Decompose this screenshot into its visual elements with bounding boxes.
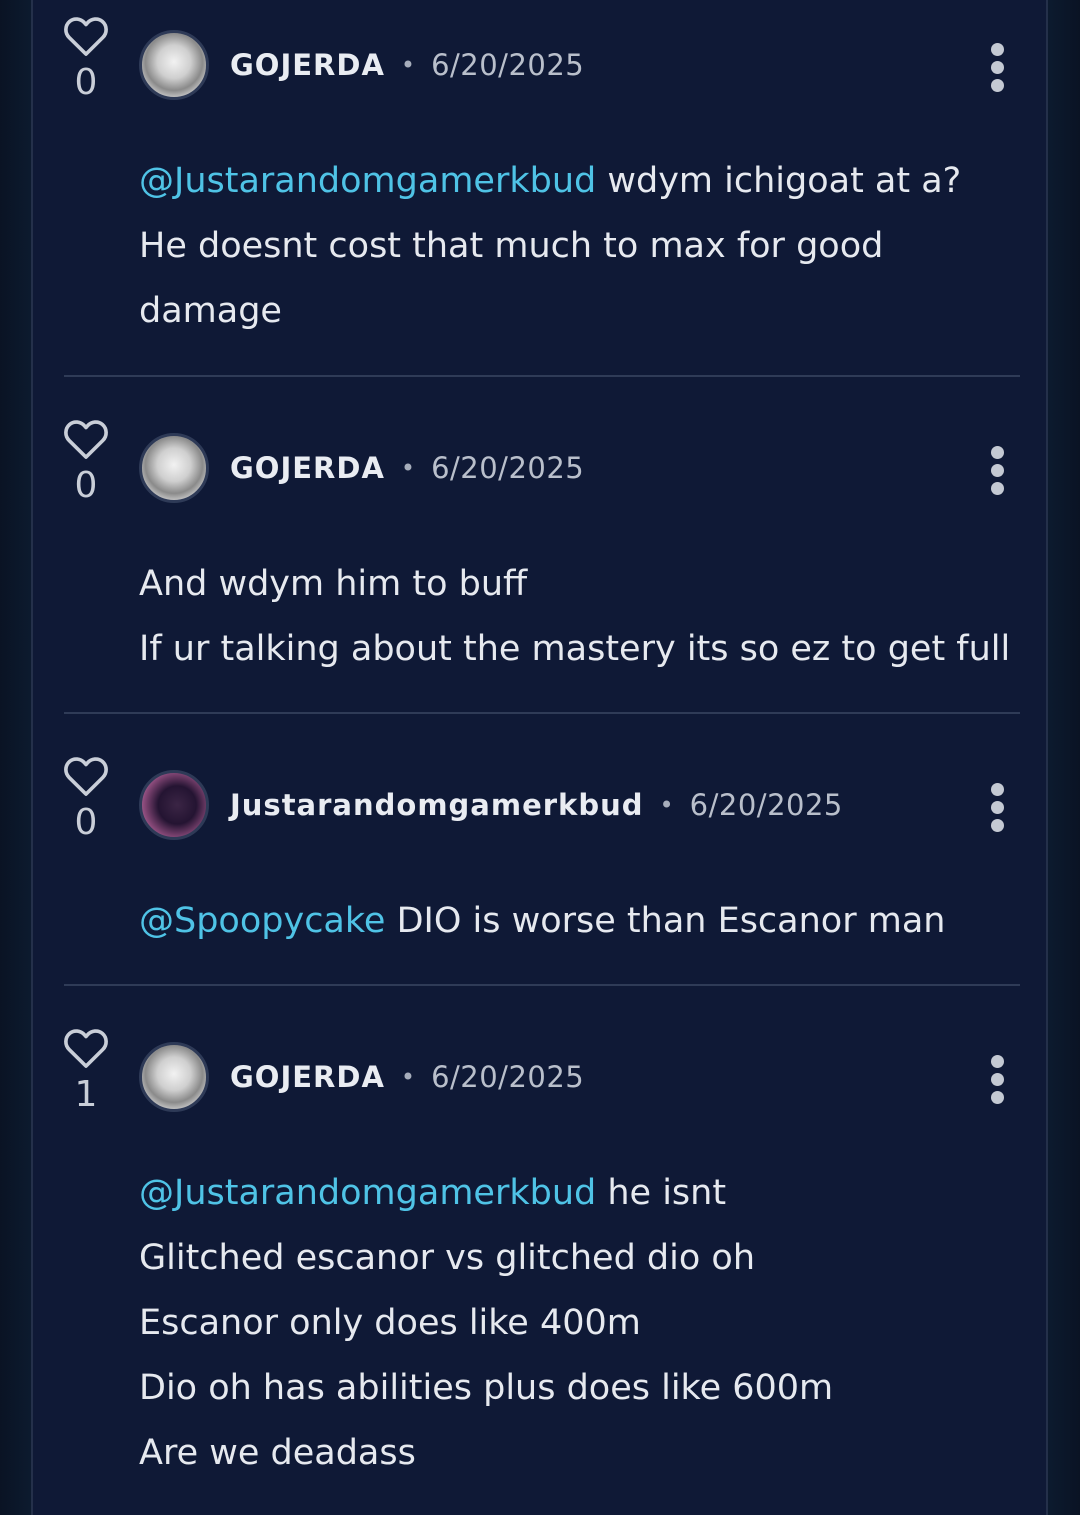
comment-meta: GOJERDA • 6/20/2025 <box>230 45 584 85</box>
more-options-button[interactable] <box>983 783 1011 833</box>
comment-line: If ur talking about the mastery its so e… <box>139 629 1011 669</box>
username[interactable]: GOJERDA <box>230 48 385 82</box>
like-button[interactable]: 0 <box>62 15 110 103</box>
comment-line: Are we deadass <box>139 1433 416 1473</box>
avatar[interactable] <box>139 770 209 840</box>
comment-line: Dio oh has abilities plus does like 600m <box>139 1368 834 1408</box>
heart-outline-icon <box>64 757 108 796</box>
comment-divider <box>64 712 1020 714</box>
comment-body: @Justarandomgamerkbud wdym ichigoat at a… <box>139 149 1029 344</box>
comment-line: @Justarandomgamerkbud he isnt <box>139 1161 1029 1226</box>
comment-date: 6/20/2025 <box>431 48 585 82</box>
avatar[interactable] <box>139 433 209 503</box>
more-vertical-icon <box>983 43 1011 92</box>
heart-outline-icon <box>64 1029 108 1068</box>
user-mention[interactable]: @Justarandomgamerkbud <box>139 161 596 201</box>
separator-dot: • <box>400 51 416 79</box>
heart-outline-icon <box>64 420 108 459</box>
comment-meta: GOJERDA • 6/20/2025 <box>230 448 584 488</box>
user-mention[interactable]: @Justarandomgamerkbud <box>139 1173 596 1213</box>
comment-date: 6/20/2025 <box>431 451 585 485</box>
comment-divider <box>64 984 1020 986</box>
comment-text: wdym ichigoat at a? <box>596 161 962 201</box>
comment-text: he isnt <box>596 1173 727 1213</box>
separator-dot: • <box>659 791 674 819</box>
like-count: 0 <box>74 802 98 843</box>
comment-line: @Justarandomgamerkbud wdym ichigoat at a… <box>139 149 1029 214</box>
comment-line: Glitched escanor vs glitched dio oh <box>139 1238 756 1278</box>
like-count: 0 <box>74 465 98 506</box>
comment-meta: Justarandomgamerkbud • 6/20/2025 <box>230 785 843 825</box>
more-vertical-icon <box>983 1055 1011 1104</box>
comment-text: DIO is worse than Escanor man <box>385 901 946 941</box>
comment-body: @Spoopycake DIO is worse than Escanor ma… <box>139 889 1029 954</box>
more-vertical-icon <box>983 446 1011 495</box>
username[interactable]: Justarandomgamerkbud <box>230 788 644 822</box>
page: 0 GOJERDA • 6/20/2025 @Justarandomgamerk… <box>0 0 1080 1515</box>
more-options-button[interactable] <box>983 446 1011 496</box>
separator-dot: • <box>400 454 416 482</box>
user-mention[interactable]: @Spoopycake <box>139 901 385 941</box>
more-options-button[interactable] <box>983 43 1011 93</box>
comment-body: @Justarandomgamerkbud he isnt Glitched e… <box>139 1161 1029 1486</box>
comments-panel: 0 GOJERDA • 6/20/2025 @Justarandomgamerk… <box>31 0 1048 1515</box>
comment-line: Escanor only does like 400m <box>139 1303 641 1343</box>
avatar[interactable] <box>139 30 209 100</box>
like-count: 0 <box>74 62 98 103</box>
comment-body: And wdym him to buff If ur talking about… <box>139 552 1029 682</box>
like-button[interactable]: 0 <box>62 755 110 843</box>
comment-date: 6/20/2025 <box>431 1060 585 1094</box>
more-options-button[interactable] <box>983 1055 1011 1105</box>
heart-outline-icon <box>64 17 108 56</box>
comment-date: 6/20/2025 <box>689 788 843 822</box>
avatar[interactable] <box>139 1042 209 1112</box>
comment-line: @Spoopycake DIO is worse than Escanor ma… <box>139 889 1029 954</box>
like-button[interactable]: 1 <box>62 1027 110 1115</box>
comment-line: And wdym him to buff <box>139 564 528 604</box>
like-count: 1 <box>74 1074 98 1115</box>
username[interactable]: GOJERDA <box>230 1060 385 1094</box>
separator-dot: • <box>400 1063 416 1091</box>
comment-line: damage <box>139 291 282 331</box>
comment-divider <box>64 375 1020 377</box>
username[interactable]: GOJERDA <box>230 451 385 485</box>
like-button[interactable]: 0 <box>62 418 110 506</box>
comment-meta: GOJERDA • 6/20/2025 <box>230 1057 584 1097</box>
comment-line: He doesnt cost that much to max for good <box>139 226 884 266</box>
more-vertical-icon <box>983 783 1011 832</box>
